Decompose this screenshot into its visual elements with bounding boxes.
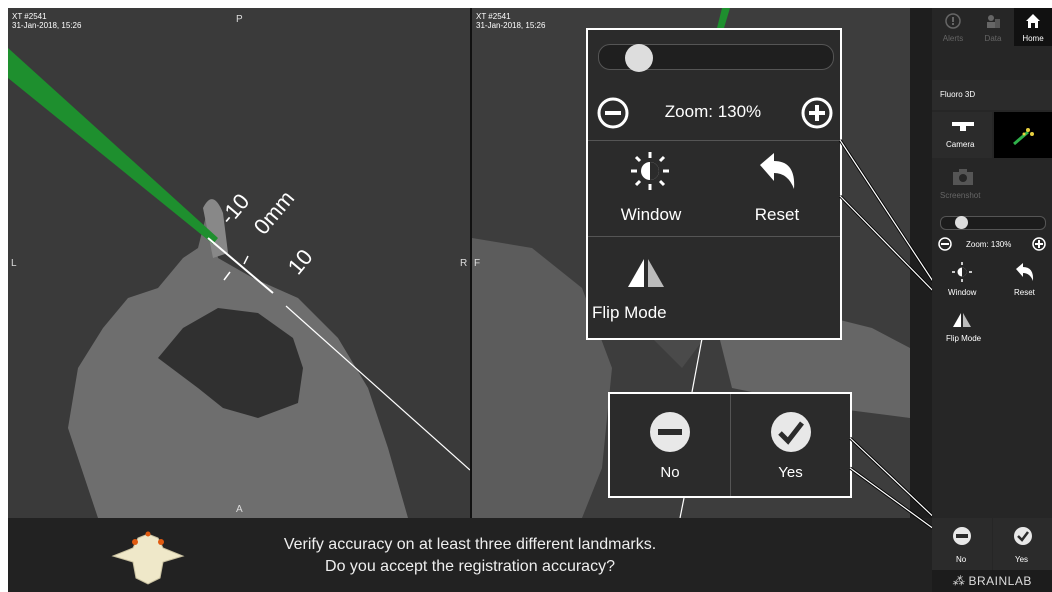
screenshot-button[interactable]: Screenshot — [932, 164, 1052, 206]
camera-button[interactable]: Camera — [932, 112, 992, 158]
zoom-level-label: Zoom: 130% — [664, 102, 762, 121]
window-level-icon — [631, 152, 669, 190]
data-icon — [987, 15, 1000, 28]
study-date-right: 31-Jan-2018, 15:26 — [476, 21, 546, 30]
sidebar-no-icon — [953, 527, 971, 545]
screenshot-label: Screenshot — [940, 191, 981, 200]
camera-icon — [952, 122, 974, 131]
yes-button-large[interactable]: Yes — [731, 394, 850, 496]
orientation-left-right-view: F — [474, 258, 481, 269]
zoom-slider-thumb[interactable] — [625, 44, 653, 72]
flip-mode-icon — [628, 259, 664, 287]
zoom-callout: Zoom: 130% Window Reset Flip Mode — [586, 28, 842, 340]
zoom-out-icon[interactable] — [596, 96, 630, 130]
camera-preview — [994, 112, 1052, 158]
navigation-screen: -10 0mm 10 XT #2541 31-Jan-2018, 15:26 P… — [8, 8, 1052, 592]
sidebar-reset-button[interactable]: Reset — [992, 258, 1052, 302]
tab-home-label: Home — [1022, 34, 1044, 43]
zoom-slider[interactable] — [598, 44, 834, 72]
sidebar-reset-label: Reset — [1014, 288, 1035, 297]
confirm-callout: No Yes — [608, 392, 852, 498]
tab-alerts-label: Alerts — [942, 34, 964, 43]
no-button-large[interactable]: No — [610, 394, 730, 496]
sidebar-flip-mode-icon — [953, 313, 971, 327]
brainlab-logo-icon: ⁂ — [952, 574, 969, 588]
brand-footer: ⁂ BRAINLAB — [932, 570, 1052, 592]
sidebar-flip-mode-label: Flip Mode — [946, 334, 982, 343]
no-button[interactable]: No — [932, 518, 992, 570]
sidebar-reset-icon — [1016, 263, 1034, 281]
orientation-bottom: A — [236, 504, 243, 515]
message-line-1: Verify accuracy on at least three differ… — [283, 536, 657, 553]
axial-view[interactable]: -10 0mm 10 XT #2541 31-Jan-2018, 15:26 P… — [8, 8, 470, 518]
tab-data-label: Data — [984, 34, 1002, 43]
tab-home[interactable]: Home — [1014, 8, 1052, 46]
yes-icon — [771, 412, 811, 452]
window-button[interactable]: Window — [588, 141, 714, 235]
tracker-icon — [1013, 128, 1034, 146]
alert-icon — [945, 13, 961, 29]
sidebar-yes-label: Yes — [1015, 555, 1029, 564]
flip-mode-button[interactable]: Flip Mode — [588, 237, 714, 337]
sidebar: Alerts Data Home Fluoro 3D Camera Screen… — [932, 8, 1052, 592]
sidebar-zoom-thumb[interactable] — [955, 216, 968, 229]
tab-alerts[interactable]: Alerts — [934, 8, 972, 46]
sidebar-zoom-in-icon[interactable] — [1032, 237, 1046, 251]
reset-button[interactable]: Reset — [714, 141, 840, 235]
message-line-2: Do you accept the registration accuracy? — [325, 558, 615, 575]
sidebar-zoom-label: Zoom: 130% — [966, 240, 1012, 249]
sidebar-yes-icon — [1014, 527, 1032, 545]
fluoro-3d-item[interactable]: Fluoro 3D — [932, 80, 1052, 110]
zoom-in-icon[interactable] — [800, 96, 834, 130]
orientation-left: L — [11, 258, 17, 269]
sidebar-flip-mode-button[interactable]: Flip Mode — [932, 308, 992, 348]
brand-label: BRAINLAB — [968, 574, 1032, 588]
camera-label: Camera — [946, 140, 975, 149]
home-icon — [1026, 14, 1040, 28]
study-date: 31-Jan-2018, 15:26 — [12, 21, 82, 30]
screenshot-icon — [953, 169, 973, 185]
yes-button[interactable]: Yes — [993, 518, 1052, 570]
orientation-top: P — [236, 14, 243, 25]
no-label: No — [660, 464, 680, 481]
reset-label: Reset — [754, 205, 800, 224]
sidebar-zoom-slider[interactable] — [940, 216, 1046, 230]
flip-mode-label: Flip Mode — [592, 303, 667, 322]
window-label: Window — [620, 205, 682, 224]
yes-label: Yes — [778, 464, 803, 481]
fluoro-3d-label: Fluoro 3D — [940, 90, 976, 99]
ct-slice-left: -10 0mm 10 — [8, 8, 470, 518]
orientation-right: R — [460, 258, 468, 269]
message-bar: Verify accuracy on at least three differ… — [8, 518, 932, 592]
sidebar-no-label: No — [956, 555, 967, 564]
no-icon — [650, 412, 690, 452]
sidebar-zoom-out-icon[interactable] — [938, 237, 952, 251]
sidebar-window-button[interactable]: Window — [932, 258, 992, 302]
patient-id-right: XT #2541 — [476, 12, 511, 21]
patient-id: XT #2541 — [12, 12, 47, 21]
sidebar-window-label: Window — [948, 288, 977, 297]
tab-data[interactable]: Data — [974, 8, 1012, 46]
reset-icon — [760, 153, 795, 189]
sidebar-window-icon — [952, 262, 972, 282]
